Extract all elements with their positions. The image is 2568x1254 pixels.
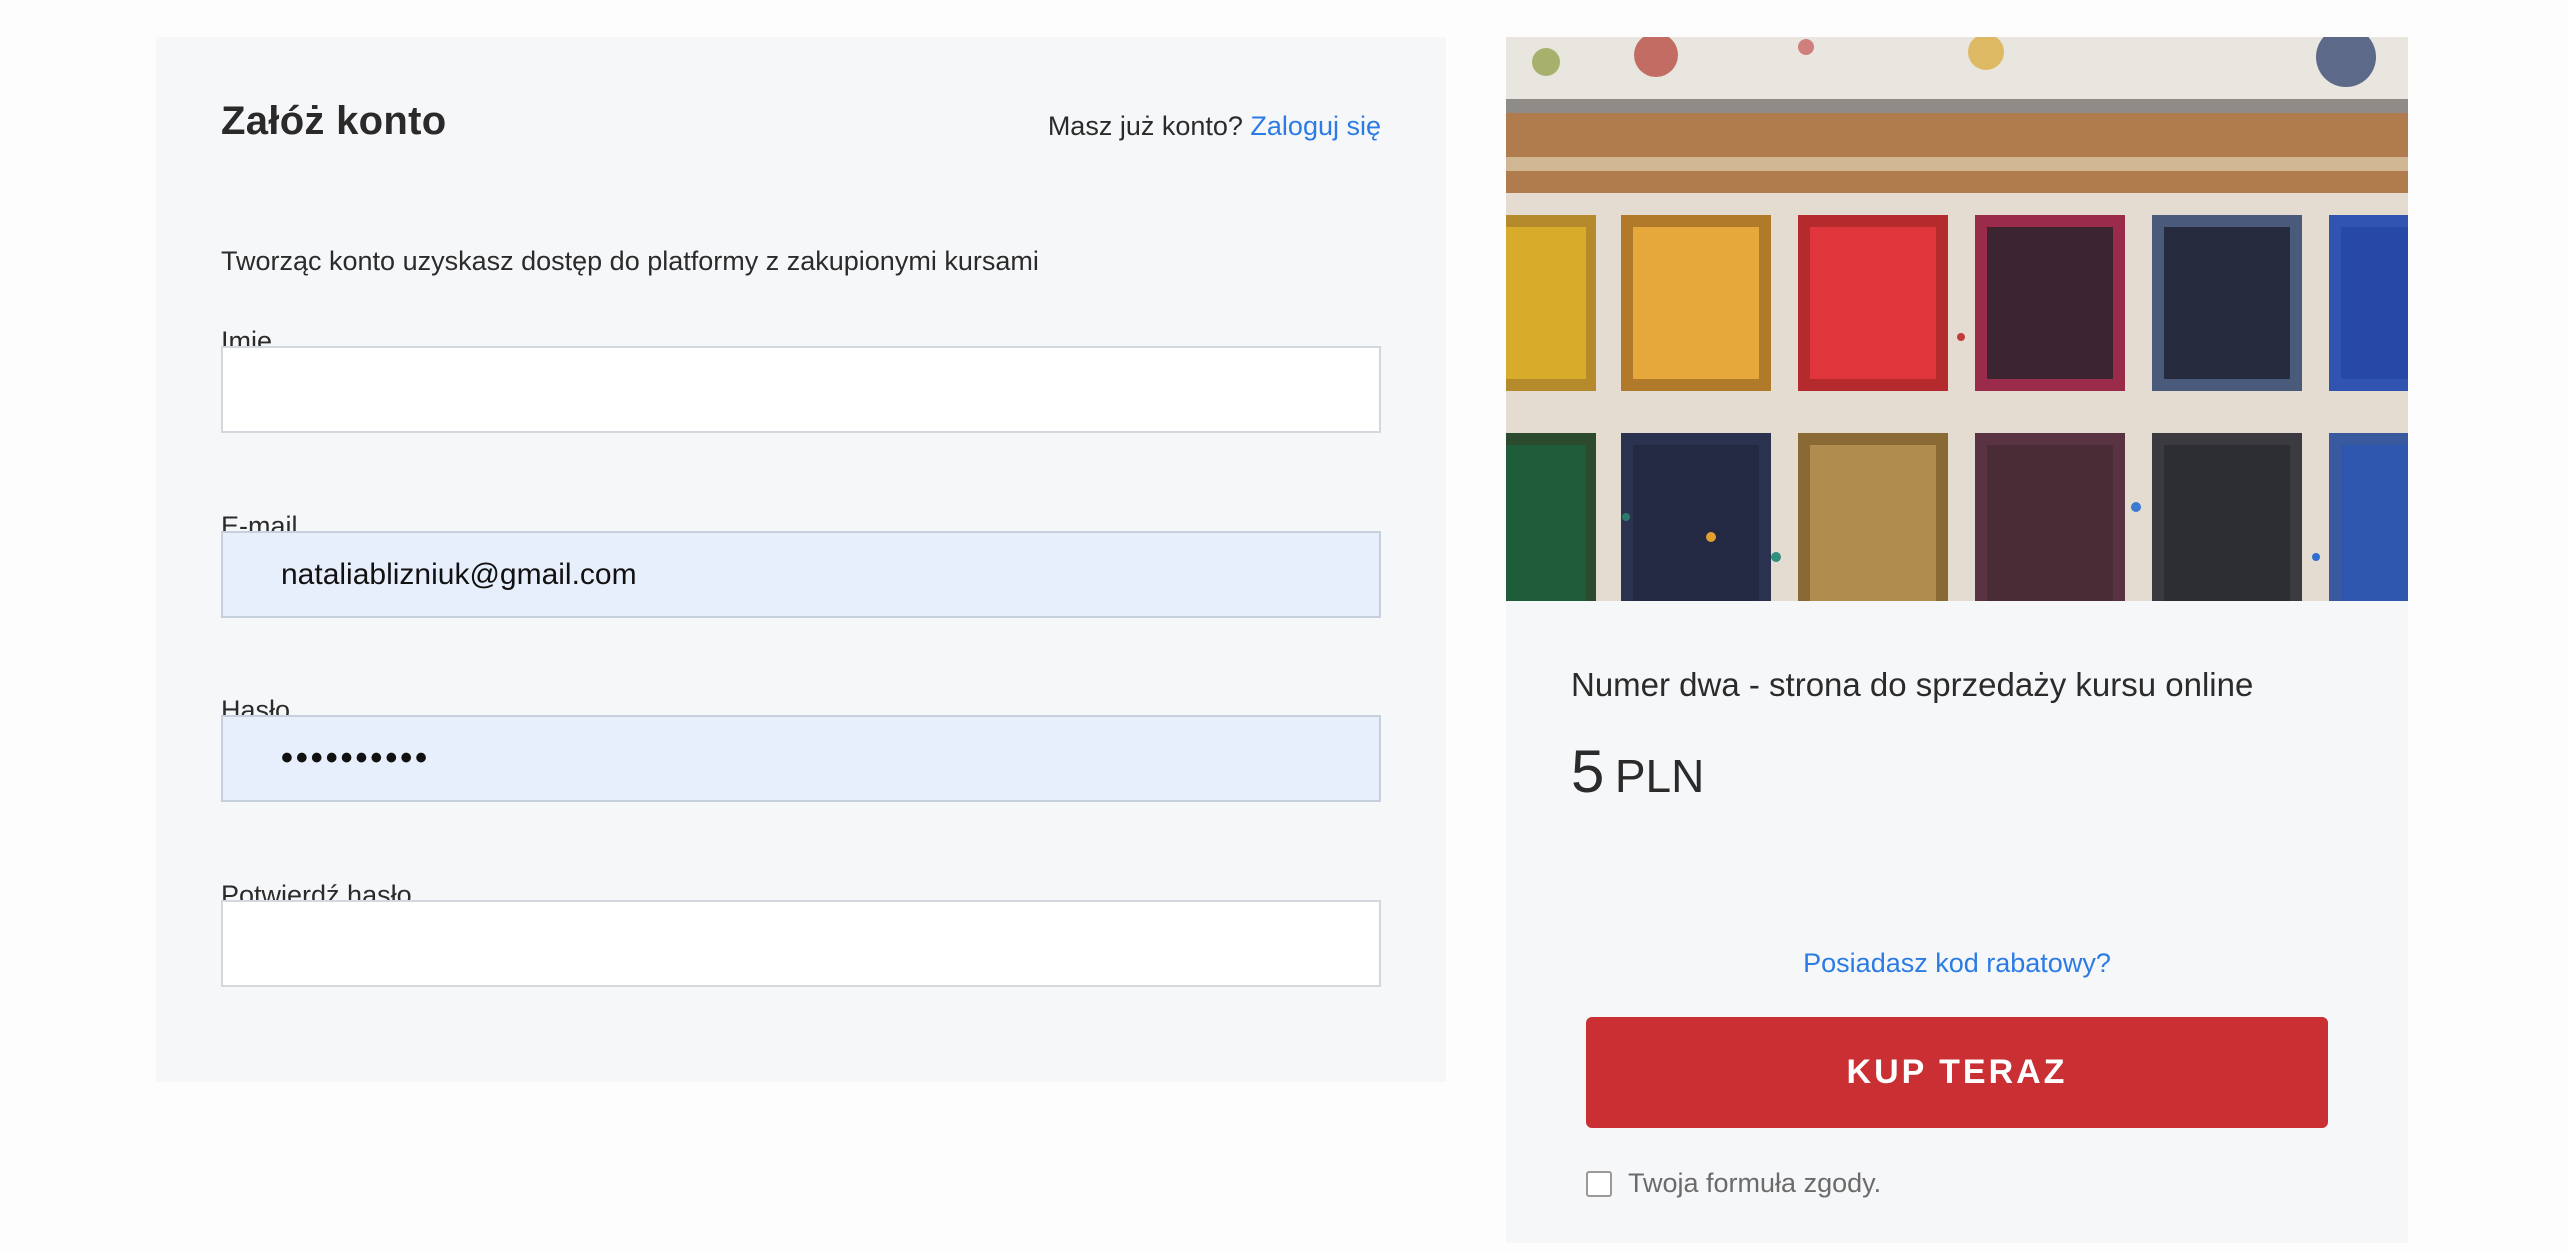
consent-checkbox[interactable] [1586,1170,1612,1197]
email-input[interactable] [221,531,1381,618]
confirm-password-input[interactable] [221,900,1381,987]
product-name: Numer dwa - strona do sprzedaży kursu on… [1571,666,2254,703]
form-header: Załóż konto Masz już konto? Zaloguj się [221,99,1381,159]
discount-code-link[interactable]: Posiadasz kod rabatowy? [1506,948,2408,979]
product-card: Numer dwa - strona do sprzedaży kursu on… [1506,37,2408,1243]
product-price: 5 PLN [1571,737,1704,806]
buy-now-button[interactable]: KUP TERAZ [1586,1017,2328,1128]
password-input[interactable] [221,715,1381,802]
login-prompt-text: Masz już konto? [1047,111,1243,141]
login-link[interactable]: Zaloguj się [1250,111,1381,141]
price-currency: PLN [1614,750,1705,802]
consent-row: Twoja formuła zgody. [1586,1168,1881,1199]
consent-label: Twoja formuła zgody. [1628,1168,1882,1198]
login-prompt: Masz już konto? Zaloguj się [1048,111,1381,142]
palette-illustration [1506,37,2408,601]
name-input[interactable] [221,346,1381,433]
register-form-panel: Załóż konto Masz już konto? Zaloguj się … [156,37,1446,1082]
price-amount: 5 [1571,738,1605,805]
form-title: Załóż konto [221,99,447,143]
watercolor-palette-image [1506,37,2408,601]
form-subtitle: Tworząc konto uzyskasz dostęp do platfor… [221,246,1039,276]
